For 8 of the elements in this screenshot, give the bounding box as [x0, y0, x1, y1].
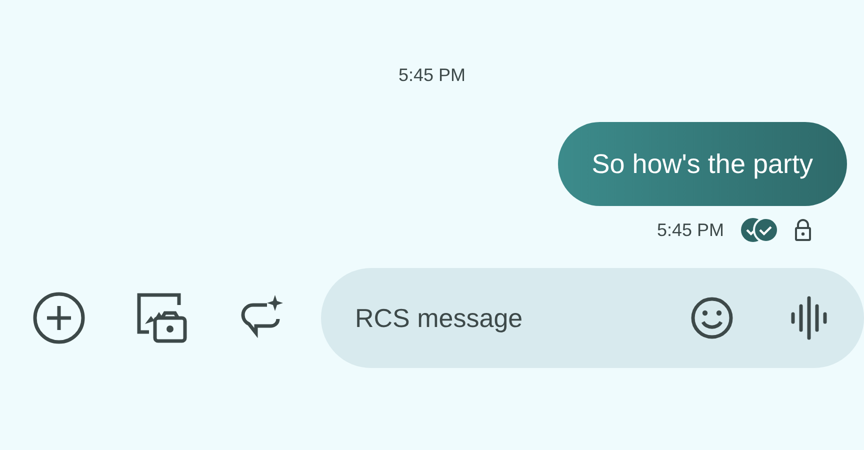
voice-wave-icon[interactable]	[790, 296, 828, 340]
message-input[interactable]: RCS message	[355, 298, 690, 338]
add-icon[interactable]	[33, 292, 85, 344]
gallery-camera-icon[interactable]	[135, 292, 187, 344]
timestamp: 5:45 PM	[398, 64, 466, 84]
message-bubble[interactable]: So how's the party	[558, 122, 847, 206]
message-time: 5:45 PM	[656, 218, 724, 242]
emoji-icon[interactable]	[690, 296, 734, 340]
